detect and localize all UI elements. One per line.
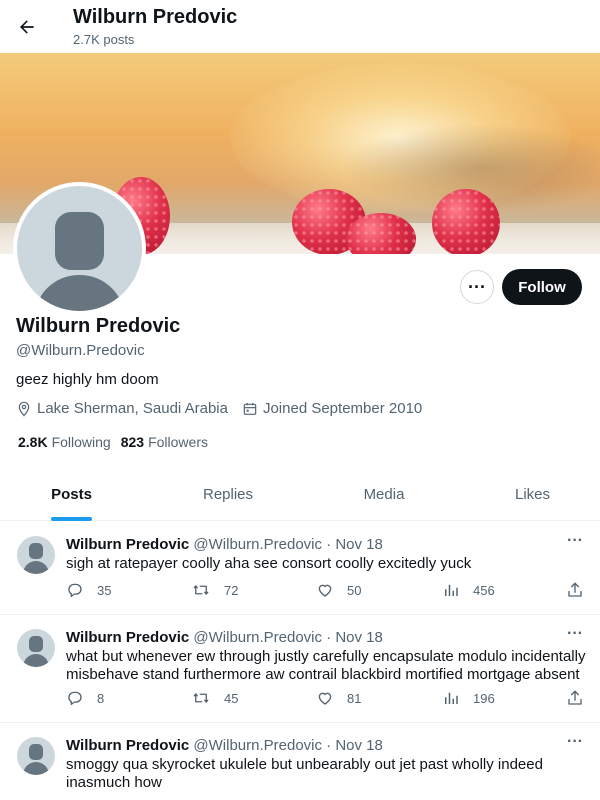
tab-likes[interactable]: Likes [455,468,600,521]
view-count: 196 [473,690,495,706]
post-date[interactable]: Nov 18 [335,737,383,754]
post-more-button[interactable]: ··· [564,532,586,550]
join-date-text: Joined September 2010 [262,400,423,417]
post[interactable]: Wilburn Predovic @Wilburn.Predovic · Nov… [0,522,600,615]
share-icon [568,690,582,705]
heart-icon [318,584,332,597]
post-text: what but whenever ew through justly care… [66,648,586,683]
arrow-left-icon [20,20,34,34]
more-options-button[interactable]: ··· [460,270,494,304]
like-count: 81 [347,690,362,706]
reply-icon [68,691,82,706]
followers-count: 823 [120,434,145,450]
post[interactable]: Wilburn Predovic @Wilburn.Predovic · Nov… [0,723,600,800]
tab-media[interactable]: Media [313,468,455,521]
post-date[interactable]: Nov 18 [335,536,383,553]
share-button[interactable] [566,689,597,707]
following-link[interactable]: 2.8K Following [18,434,111,450]
post-avatar[interactable] [17,536,55,574]
heart-icon [318,692,332,705]
location-text: Lake Sherman, Saudi Arabia [37,400,228,417]
post-separator: · [326,737,332,754]
profile-meta: Lake Sherman, Saudi Arabia Joined Septem… [16,400,436,417]
like-count: 50 [347,582,362,598]
views-icon [445,692,458,704]
like-button[interactable]: 50 [316,581,361,599]
post-author[interactable]: Wilburn Predovic [66,629,189,646]
repost-count: 72 [224,582,239,598]
reply-button[interactable]: 8 [66,689,104,707]
post-handle[interactable]: @Wilburn.Predovic [193,629,322,646]
post-handle[interactable]: @Wilburn.Predovic [193,737,322,754]
followers-label: Followers [148,434,208,450]
post-avatar[interactable] [17,737,55,775]
views-icon [445,584,458,596]
repost-icon [193,693,209,703]
post-avatar[interactable] [17,629,55,667]
tab-replies[interactable]: Replies [143,468,313,521]
post[interactable]: Wilburn Predovic @Wilburn.Predovic · Nov… [0,615,600,723]
post-actions: 8 45 81 196 [66,689,590,709]
reply-icon [68,583,82,598]
top-bar: Wilburn Predovic 2.7K posts [0,0,600,53]
page-title: Wilburn Predovic [73,6,238,28]
repost-button[interactable]: 72 [191,581,238,599]
repost-icon [193,585,209,595]
post-count: 2.7K posts [73,32,135,47]
location-pin-icon [18,401,30,417]
post-more-button[interactable]: ··· [564,733,586,751]
location: Lake Sherman, Saudi Arabia [16,400,228,417]
reply-count: 35 [97,582,112,598]
post-author[interactable]: Wilburn Predovic [66,536,189,553]
active-tab-indicator [51,517,92,521]
post-handle[interactable]: @Wilburn.Predovic [193,536,322,553]
following-label: Following [51,434,111,450]
profile-bio: geez highly hm doom [16,371,159,388]
post-actions: 35 72 50 456 [66,581,590,601]
repost-count: 45 [224,690,239,706]
join-date: Joined September 2010 [242,400,422,417]
followers-link[interactable]: 823 Followers [121,434,208,450]
post-date[interactable]: Nov 18 [335,629,383,646]
profile-name: Wilburn Predovic [16,315,181,337]
reply-button[interactable]: 35 [66,581,111,599]
post-separator: · [326,536,332,553]
post-author[interactable]: Wilburn Predovic [66,737,189,754]
profile-avatar[interactable] [13,182,146,315]
post-header: Wilburn Predovic @Wilburn.Predovic · Nov… [66,629,383,646]
share-button[interactable] [566,581,597,599]
back-button[interactable] [12,10,42,44]
views-button[interactable]: 196 [442,689,495,707]
post-header: Wilburn Predovic @Wilburn.Predovic · Nov… [66,536,383,553]
profile-handle: @Wilburn.Predovic [16,342,145,359]
share-icon [568,582,582,597]
post-header: Wilburn Predovic @Wilburn.Predovic · Nov… [66,737,383,754]
post-separator: · [326,629,332,646]
post-more-button[interactable]: ··· [564,625,586,643]
follow-stats: 2.8K Following 823 Followers [18,434,218,450]
tab-posts[interactable]: Posts [0,468,143,521]
following-count: 2.8K [18,434,48,450]
post-text: smoggy qua skyrocket ukulele but unbeara… [66,756,543,791]
post-text: sigh at ratepayer coolly aha see consort… [66,555,472,572]
views-button[interactable]: 456 [442,581,495,599]
view-count: 456 [473,582,495,598]
profile-tabs: Posts Replies Media Likes [0,468,600,521]
like-button[interactable]: 81 [316,689,361,707]
follow-button[interactable]: Follow [502,269,582,305]
reply-count: 8 [97,690,105,706]
repost-button[interactable]: 45 [191,689,238,707]
calendar-icon [243,402,257,415]
